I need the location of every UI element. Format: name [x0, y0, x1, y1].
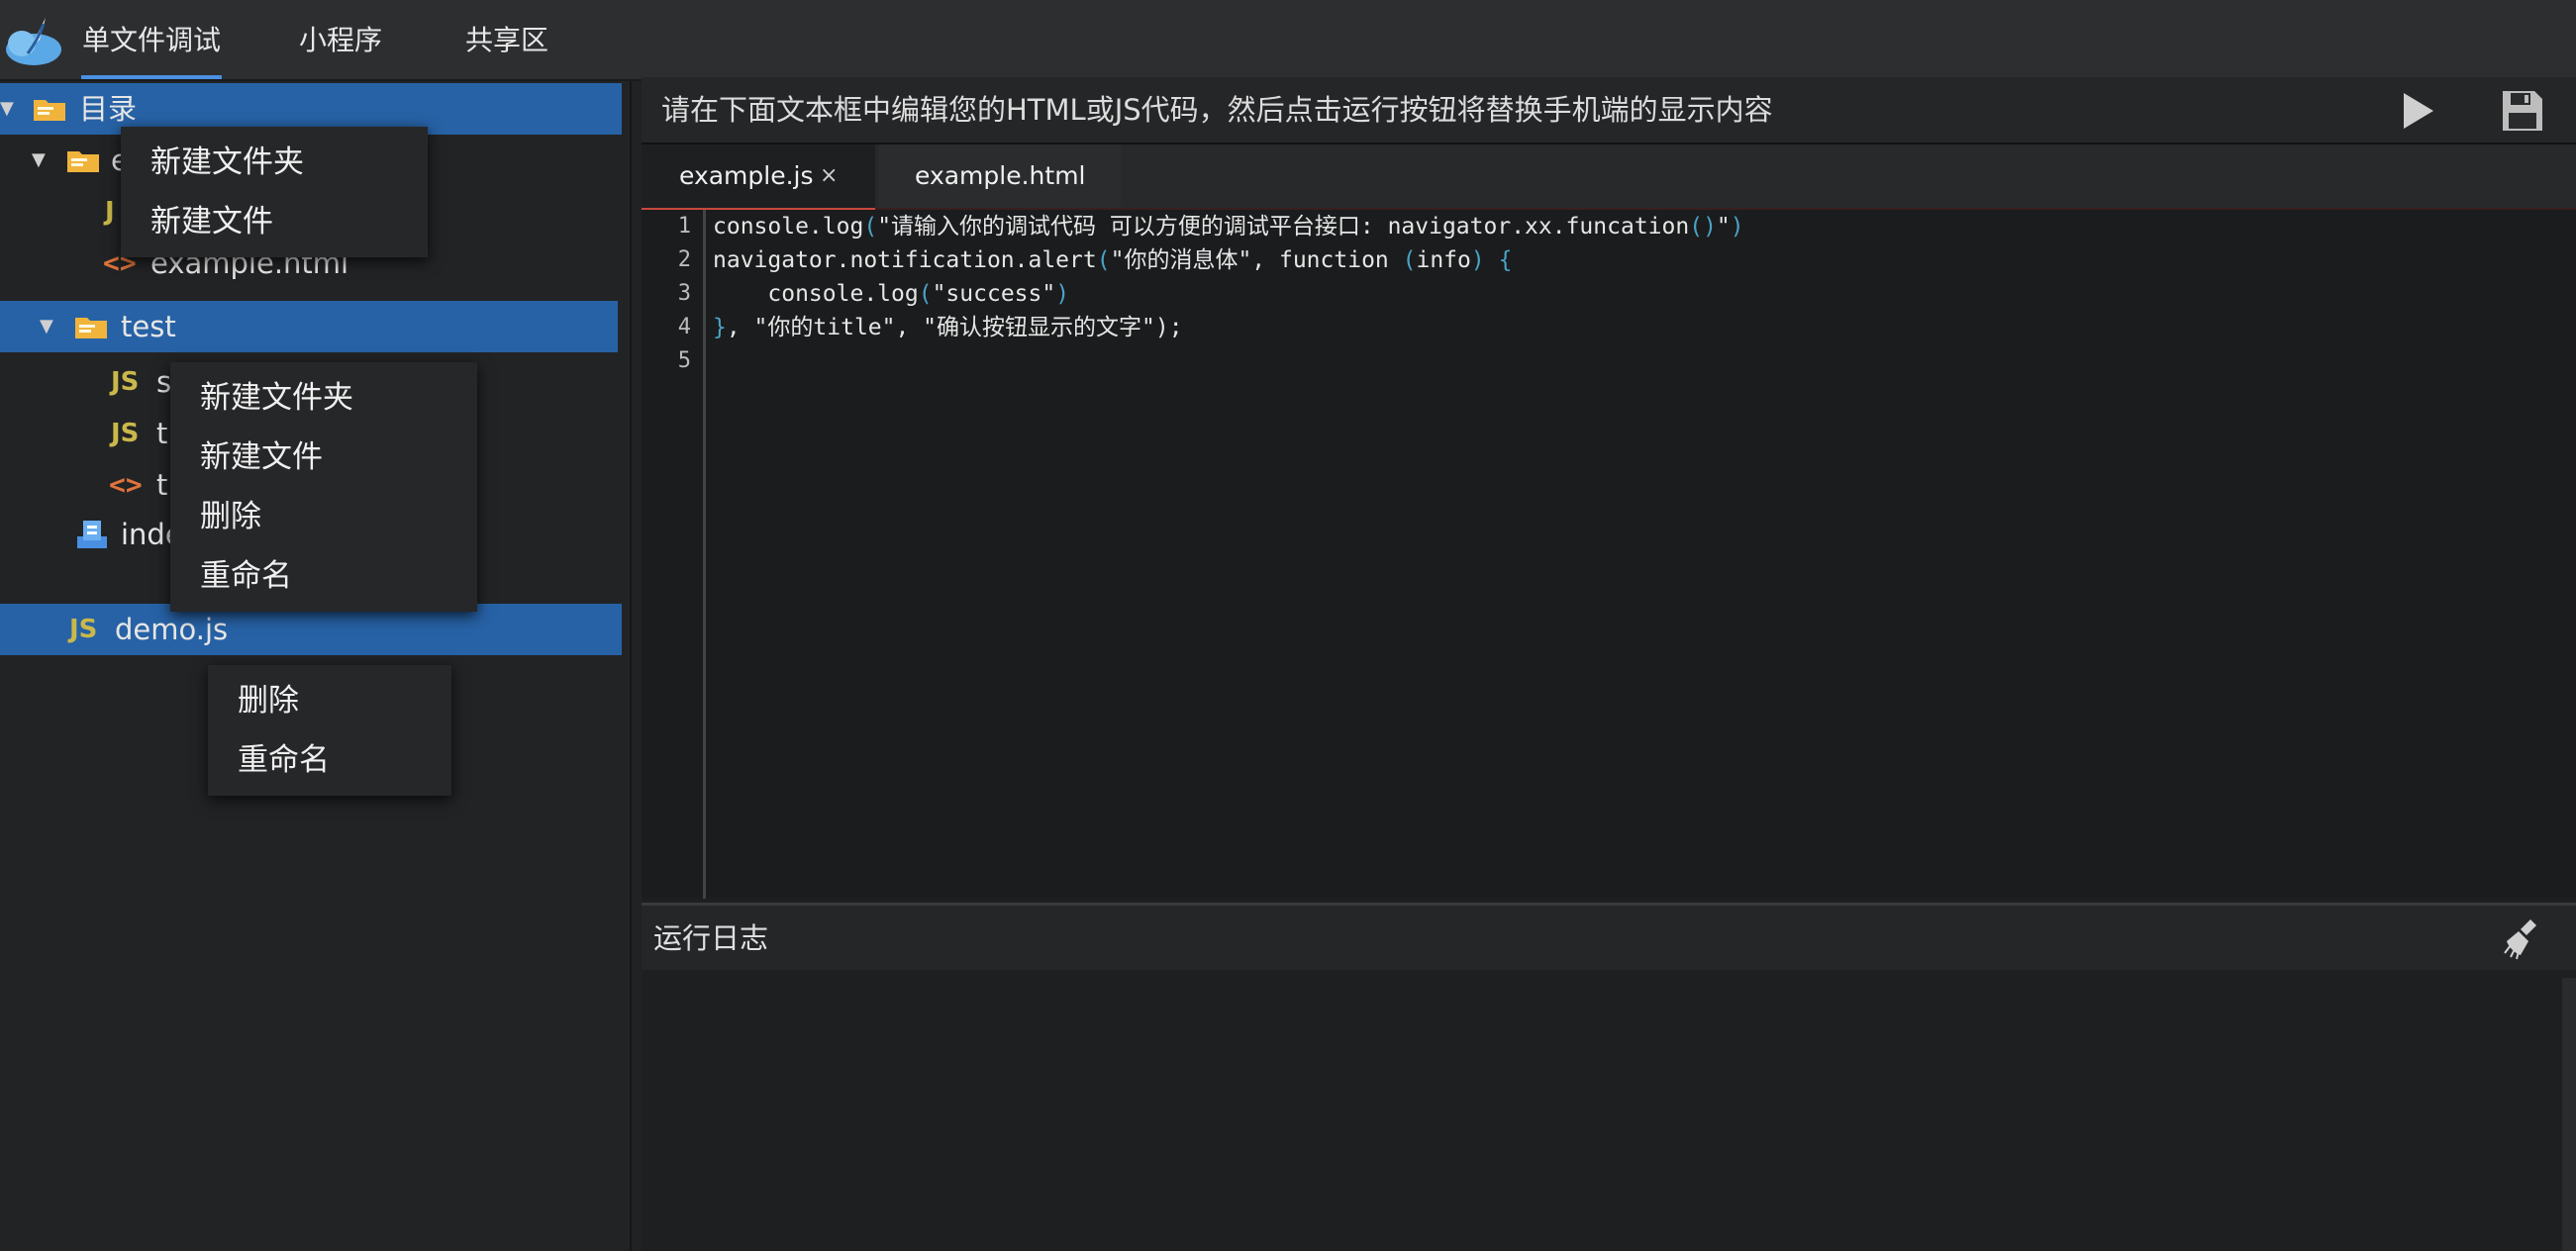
- tree-item-label: t: [156, 468, 168, 502]
- menu-item-new-folder[interactable]: 新建文件夹: [170, 368, 477, 428]
- editor-panel: 请在下面文本框中编辑您的HTML或JS代码，然后点击运行按钮将替换手机端的显示内…: [642, 77, 2576, 1251]
- js-file-icon: J: [105, 197, 115, 227]
- menu-item-new-file[interactable]: 新建文件: [121, 192, 428, 251]
- code-line: }, "你的title", "确认按钮显示的文字");: [713, 315, 1183, 340]
- code-line: console.log("success"): [713, 281, 1070, 307]
- line-number: 5: [677, 348, 691, 373]
- code-editor[interactable]: 1 2 3 4 5 console.log("请输入你的调试代码 可以方便的调试…: [642, 210, 2576, 899]
- caret-down-icon[interactable]: ▼: [0, 83, 14, 135]
- tab-example-html[interactable]: example.html: [879, 144, 1121, 208]
- tree-item-label: test: [121, 310, 176, 343]
- broom-icon[interactable]: [2501, 915, 2546, 961]
- log-scrollbar[interactable]: [2562, 978, 2576, 1251]
- run-log-title: 运行日志: [653, 921, 769, 955]
- menu-item-delete[interactable]: 删除: [170, 487, 477, 546]
- menu-item-delete[interactable]: 删除: [208, 671, 451, 730]
- tree-item-label: t: [156, 417, 168, 450]
- menu-item-rename[interactable]: 重命名: [208, 730, 451, 790]
- context-menu-file: 删除 重命名: [208, 665, 451, 796]
- caret-down-icon[interactable]: ▼: [40, 301, 53, 352]
- tree-item-folder-test[interactable]: ▼ test: [0, 301, 618, 352]
- folder-icon: [67, 151, 99, 172]
- menu-item-new-folder[interactable]: 新建文件夹: [121, 133, 428, 192]
- menu-item-new-file[interactable]: 新建文件: [170, 428, 477, 487]
- code-line: navigator.notification.alert("你的消息体", fu…: [713, 247, 1513, 273]
- line-number-gutter: 1 2 3 4 5: [642, 210, 706, 899]
- top-navbar: 单文件调试 小程序 共享区: [0, 0, 2576, 81]
- tree-item-label: s: [156, 365, 172, 399]
- line-number: 1: [677, 214, 691, 239]
- folder-icon: [34, 100, 65, 121]
- js-file-icon: JS: [111, 367, 140, 397]
- folder-icon: [75, 318, 107, 338]
- nav-tab-single-file-debug[interactable]: 单文件调试: [81, 0, 222, 79]
- index-file-icon: [77, 521, 107, 548]
- floppy-disk-icon[interactable]: [2499, 87, 2546, 135]
- js-file-icon: JS: [111, 419, 140, 448]
- html-file-icon: <>: [109, 468, 143, 501]
- run-log-output: [642, 970, 2576, 1251]
- code-line: console.log("请输入你的调试代码 可以方便的调试平台接口: navi…: [713, 214, 1744, 240]
- line-number: 2: [677, 247, 691, 272]
- caret-down-icon[interactable]: ▼: [32, 135, 46, 186]
- close-icon[interactable]: ×: [820, 144, 838, 208]
- js-file-icon: JS: [69, 615, 98, 644]
- context-menu-root: 新建文件夹 新建文件: [121, 127, 428, 257]
- editor-hint-text: 请在下面文本框中编辑您的HTML或JS代码，然后点击运行按钮将替换手机端的显示内…: [661, 93, 1773, 127]
- context-menu-test-folder: 新建文件夹 新建文件 删除 重命名: [170, 362, 477, 612]
- code-content[interactable]: console.log("请输入你的调试代码 可以方便的调试平台接口: navi…: [713, 210, 1744, 364]
- editor-hint-bar: 请在下面文本框中编辑您的HTML或JS代码，然后点击运行按钮将替换手机端的显示内…: [642, 77, 2576, 144]
- tab-label: example.html: [915, 161, 1086, 190]
- app-logo-icon: [6, 18, 61, 65]
- menu-item-rename[interactable]: 重命名: [170, 546, 477, 606]
- nav-tab-mini-program[interactable]: 小程序: [293, 0, 388, 79]
- tab-label: example.js: [679, 161, 814, 190]
- editor-tabs: example.js × example.html: [642, 144, 2576, 211]
- line-number: 3: [677, 281, 691, 306]
- nav-tab-share-area[interactable]: 共享区: [459, 0, 554, 79]
- tab-example-js[interactable]: example.js ×: [642, 144, 875, 211]
- run-log-header: 运行日志: [642, 903, 2576, 973]
- play-icon[interactable]: [2392, 87, 2439, 135]
- line-number: 4: [677, 315, 691, 339]
